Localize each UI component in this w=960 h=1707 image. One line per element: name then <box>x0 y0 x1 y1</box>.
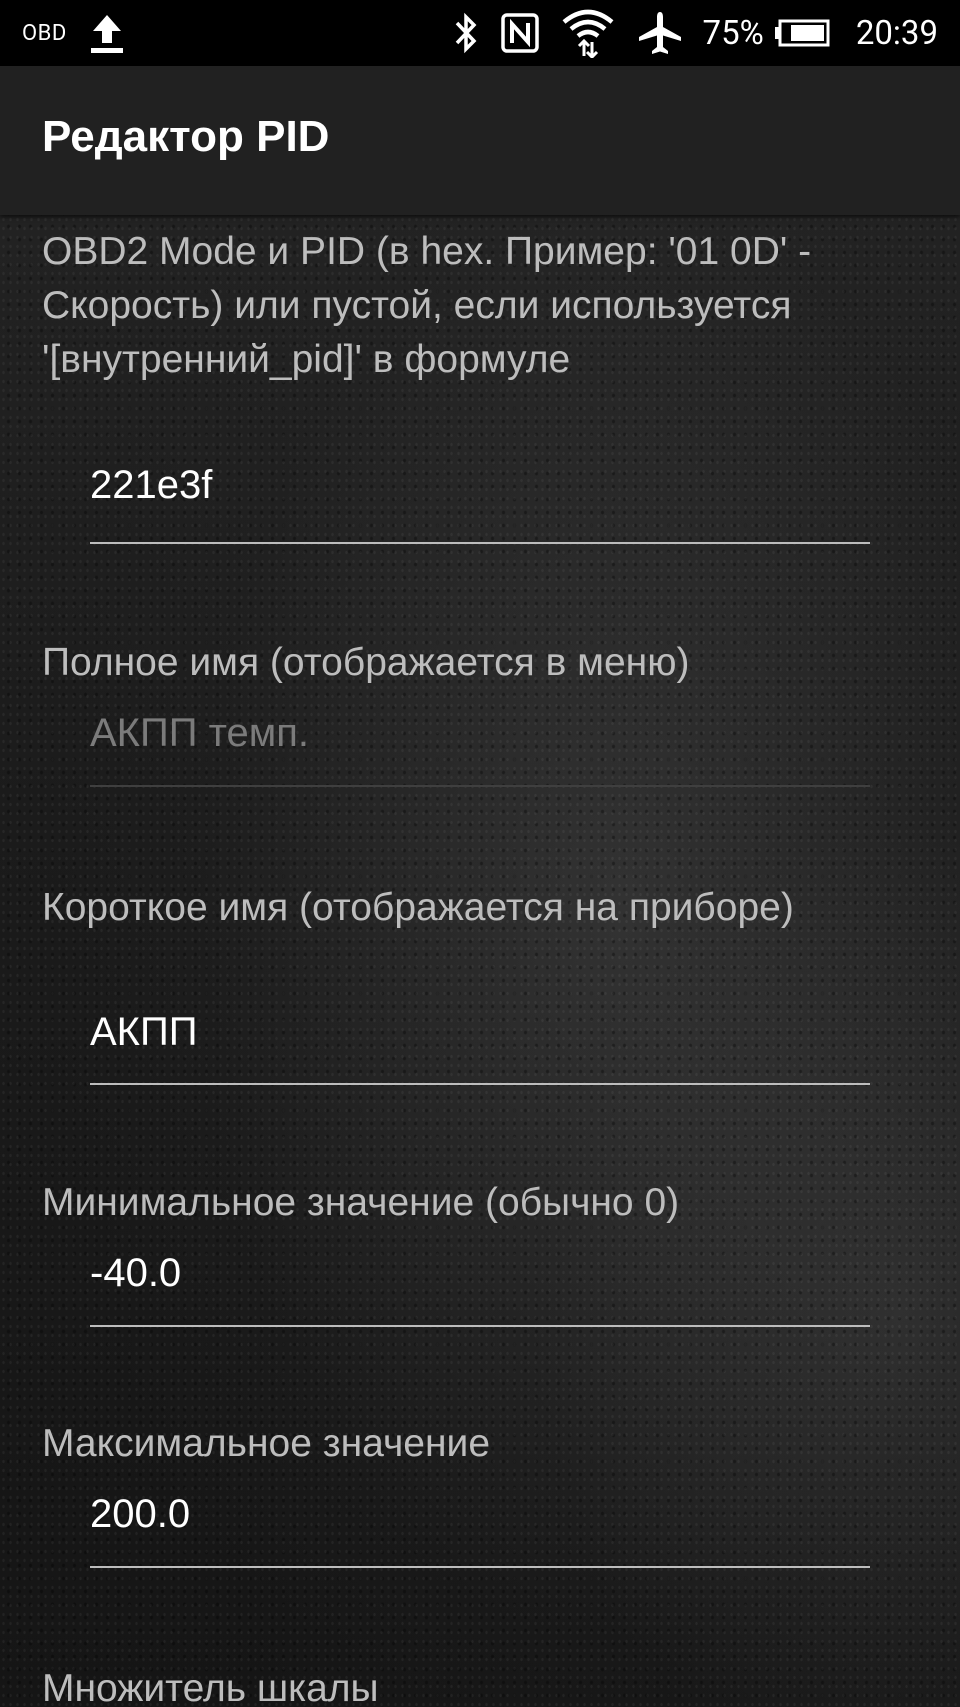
short-name-input-underline <box>90 1083 870 1085</box>
pid-form: OBD2 Mode и PID (в hex. Пример: '01 0D' … <box>0 215 960 1707</box>
field-label: Максимальное значение <box>42 1422 491 1465</box>
max-value-input[interactable]: 200.0 <box>90 1492 870 1537</box>
upload-icon <box>87 11 127 55</box>
obd-notification-label: OBD <box>22 20 67 46</box>
field-label: Короткое имя (отображается на приборе) <box>42 886 794 929</box>
airplane-icon <box>637 10 683 56</box>
nfc-icon <box>500 13 539 53</box>
pid-input[interactable]: 221e3f <box>90 463 870 508</box>
full-name-input-underline <box>90 785 870 787</box>
max-value-input-underline <box>90 1566 870 1568</box>
bluetooth-icon <box>453 12 479 54</box>
field-label: OBD2 Mode и PID (в hex. Пример: '01 0D' … <box>42 230 812 381</box>
short-name-input[interactable]: АКПП <box>90 1010 870 1055</box>
app-toolbar: Редактор PID <box>0 66 960 215</box>
full-name-input[interactable]: АКПП темп. <box>90 711 870 756</box>
pid-input-underline <box>90 542 870 544</box>
pid-editor-screen: OBD 75% 20:39 Редактор PID OBD2 Mode и P… <box>0 0 960 1707</box>
field-label: Полное имя (отображается в меню) <box>42 641 690 684</box>
status-bar: OBD 75% 20:39 <box>0 0 960 66</box>
min-value-input[interactable]: -40.0 <box>90 1251 870 1296</box>
page-title: Редактор PID <box>42 112 330 161</box>
battery-icon <box>774 19 830 47</box>
field-label: Минимальное значение (обычно 0) <box>42 1181 680 1224</box>
min-value-input-underline <box>90 1325 870 1327</box>
wifi-icon <box>561 8 615 58</box>
clock: 20:39 <box>855 13 938 53</box>
field-label: Множитель шкалы <box>42 1667 379 1707</box>
battery-percent: 75% <box>702 13 764 53</box>
